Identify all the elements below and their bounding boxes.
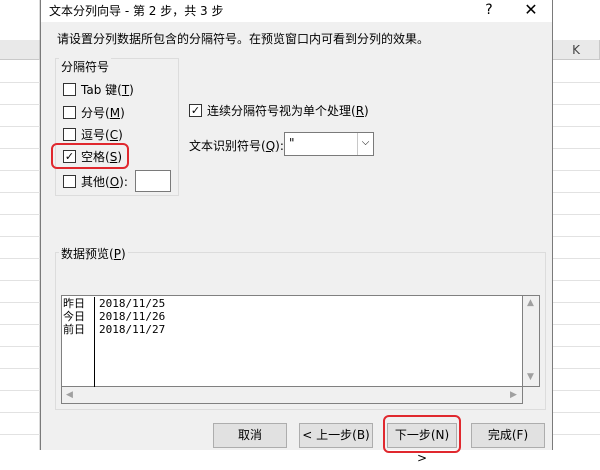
scroll-up-icon[interactable]: ▲ <box>527 298 534 308</box>
grid-line <box>0 412 40 413</box>
back-button[interactable]: < 上一步(B) <box>299 423 373 448</box>
consecutive-delimiters-checkbox[interactable] <box>189 103 202 117</box>
grid-line <box>553 214 600 215</box>
grid-line <box>553 170 600 171</box>
close-button[interactable]: ✕ <box>519 0 543 22</box>
chevron-down-icon[interactable]: ⌵ <box>357 133 373 155</box>
grid-line <box>553 280 600 281</box>
consecutive-delimiters-label: 连续分隔符号视为单个处理(R) <box>207 103 369 118</box>
other-delimiter-checkbox[interactable] <box>63 174 76 188</box>
finish-button[interactable]: 完成(F) <box>471 423 545 448</box>
delimiters-group-title: 分隔符号 <box>59 58 112 75</box>
consecutive-delimiters-checkbox-row[interactable]: 连续分隔符号视为单个处理(R) <box>189 101 369 119</box>
preview-column-2[interactable]: 2018/11/25 2018/11/26 2018/11/27 <box>99 297 165 387</box>
preview-cell: 前日 <box>63 323 85 336</box>
grid-line <box>553 192 600 193</box>
grid-line <box>553 412 600 413</box>
grid-line <box>0 214 40 215</box>
grid-line <box>553 346 600 347</box>
grid-line <box>0 258 40 259</box>
grid-line <box>553 390 600 391</box>
grid-line <box>553 368 600 369</box>
space-checkbox-highlight <box>51 143 129 169</box>
grid-line <box>553 104 600 105</box>
next-button-highlight <box>383 415 461 453</box>
other-delimiter-checkbox-row[interactable]: 其他(O): <box>63 172 128 190</box>
dialog-titlebar[interactable]: 文本分列向导 - 第 2 步，共 3 步 ? ✕ <box>41 0 552 22</box>
comma-delimiter-label: 逗号(C) <box>81 127 123 142</box>
preview-cell: 2018/11/25 <box>99 297 166 310</box>
text-qualifier-label: 文本识别符号(Q): <box>189 139 284 153</box>
column-header-k[interactable]: K <box>553 40 600 60</box>
scroll-down-icon[interactable]: ▼ <box>527 372 534 382</box>
spreadsheet-left-edge <box>0 0 40 450</box>
other-delimiter-label: 其他(O): <box>81 174 128 189</box>
grid-line <box>0 368 40 369</box>
preview-vertical-scrollbar[interactable]: ▲ ▼ <box>523 295 540 387</box>
grid-line <box>553 302 600 303</box>
semicolon-delimiter-checkbox-row[interactable]: 分号(M) <box>63 103 125 121</box>
grid-line <box>553 324 600 325</box>
grid-line <box>0 148 40 149</box>
text-qualifier-select[interactable]: " ⌵ <box>284 132 374 156</box>
grid-line <box>0 346 40 347</box>
grid-line <box>0 126 40 127</box>
text-to-columns-dialog: 文本分列向导 - 第 2 步，共 3 步 ? ✕ 请设置分列数据所包含的分隔符号… <box>40 0 553 465</box>
preview-cell: 2018/11/27 <box>99 323 166 336</box>
comma-delimiter-checkbox-row[interactable]: 逗号(C) <box>63 125 123 143</box>
grid-line <box>0 170 40 171</box>
comma-delimiter-checkbox[interactable] <box>63 127 76 141</box>
grid-line <box>0 280 40 281</box>
grid-line <box>0 236 40 237</box>
cancel-button[interactable]: 取消 <box>213 423 287 448</box>
preview-horizontal-scrollbar[interactable]: ◀ ▶ <box>61 387 523 404</box>
semicolon-delimiter-label: 分号(M) <box>81 105 125 120</box>
dialog-title: 文本分列向导 - 第 2 步，共 3 步 <box>49 4 224 18</box>
scroll-left-icon[interactable]: ◀ <box>66 390 73 400</box>
data-preview-title: 数据预览(P) <box>59 245 128 262</box>
scroll-right-icon[interactable]: ▶ <box>510 390 517 400</box>
grid-line <box>553 434 600 435</box>
grid-line <box>0 192 40 193</box>
tab-delimiter-checkbox-row[interactable]: Tab 键(T) <box>63 80 134 98</box>
semicolon-delimiter-checkbox[interactable] <box>63 105 76 119</box>
preview-cell: 2018/11/26 <box>99 310 166 323</box>
grid-line <box>553 148 600 149</box>
grid-line <box>0 434 40 435</box>
grid-line <box>0 324 40 325</box>
grid-line <box>0 82 40 83</box>
preview-cell: 昨日 <box>63 297 85 310</box>
text-qualifier-value: " <box>289 136 295 150</box>
grid-line <box>553 82 600 83</box>
column-header[interactable] <box>0 40 40 60</box>
other-delimiter-input[interactable] <box>135 170 171 192</box>
grid-line <box>553 126 600 127</box>
preview-cell: 今日 <box>63 310 85 323</box>
tab-delimiter-label: Tab 键(T) <box>81 82 134 97</box>
grid-line <box>553 258 600 259</box>
instruction-text: 请设置分列数据所包含的分隔符号。在预览窗口内可看到分列的效果。 <box>57 32 430 46</box>
grid-line <box>0 104 40 105</box>
preview-column-1[interactable]: 昨日 今日 前日 <box>63 297 95 387</box>
grid-line <box>553 236 600 237</box>
spreadsheet-right-edge: K <box>553 0 600 450</box>
grid-line <box>0 302 40 303</box>
help-button[interactable]: ? <box>477 0 501 22</box>
grid-line <box>0 390 40 391</box>
tab-delimiter-checkbox[interactable] <box>63 82 76 96</box>
